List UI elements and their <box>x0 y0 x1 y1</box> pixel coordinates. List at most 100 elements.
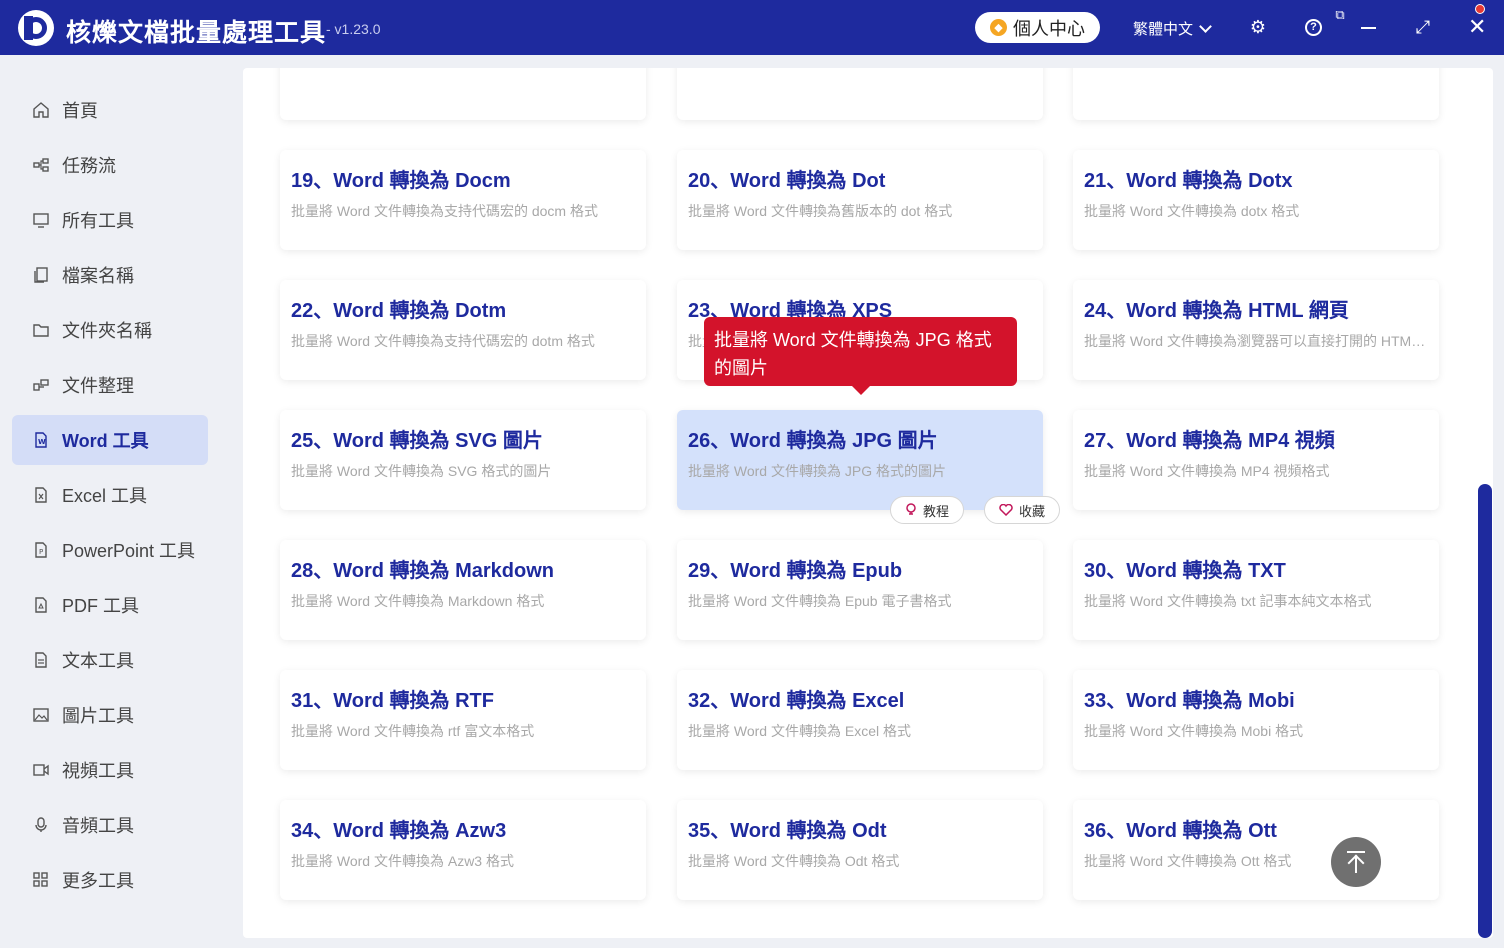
favorite-label: 收藏 <box>1019 503 1046 519</box>
tool-card-title: 35、Word 轉換為 Odt <box>688 820 887 842</box>
tool-card-description: 批量將 Word 文件轉換為 Mobi 格式 <box>1084 723 1304 739</box>
word-file-icon: W <box>32 431 50 449</box>
tool-card[interactable]: 31、Word 轉換為 RTF 批量將 Word 文件轉換為 rtf 富文本格式 <box>280 670 646 770</box>
sidebar-item[interactable]: 圖片工具 <box>12 690 208 740</box>
tool-card[interactable]: 批量將 Word 文件轉換為 PDF 格式 <box>280 68 646 120</box>
sidebar-item[interactable]: 視頻工具 <box>12 745 208 795</box>
lightbulb-icon <box>906 503 916 515</box>
sidebar-item-label: 首頁 <box>62 101 98 121</box>
tool-card-description: 批量將 Word 文件轉換為 Epub 電子書格式 <box>688 593 952 609</box>
sidebar-item-label: 音頻工具 <box>62 816 134 836</box>
tool-card[interactable]: 30、Word 轉換為 TXT 批量將 Word 文件轉換為 txt 記事本純文本… <box>1073 540 1439 640</box>
grid-icon <box>32 871 50 889</box>
sidebar-item[interactable]: 更多工具 <box>12 855 208 905</box>
tool-card-description: 批量將 Word 文件轉換為 Excel 格式 <box>688 723 911 739</box>
feedback-icon[interactable]: ⧉ <box>1327 2 1353 28</box>
tool-card-description: 批量將 Word 文件轉換為 MP4 視頻格式 <box>1084 463 1330 479</box>
sidebar-item[interactable]: 文件整理 <box>12 360 208 410</box>
sidebar-item-label: 任務流 <box>62 156 116 176</box>
sidebar-item-label: 所有工具 <box>62 211 134 231</box>
sidebar-item[interactable]: 所有工具 <box>12 195 208 245</box>
favorite-button[interactable]: 收藏 <box>984 496 1061 524</box>
user-center-button[interactable]: ◆ 個人中心 <box>975 12 1100 43</box>
sidebar-item[interactable]: 文件夾名稱 <box>12 305 208 355</box>
sidebar-item[interactable]: 檔案名稱 <box>12 250 208 300</box>
tool-card[interactable]: 24、Word 轉換為 HTML 網頁 批量將 Word 文件轉換為瀏覽器可以直接… <box>1073 280 1439 380</box>
tutorial-button[interactable]: 教程 <box>890 496 965 524</box>
tool-card-title: 33、Word 轉換為 Mobi <box>1084 690 1295 712</box>
video-icon <box>32 761 50 779</box>
sidebar-item[interactable]: 文本工具 <box>12 635 208 685</box>
tool-card-description: 批量將 Word 文件轉換為 Odt 格式 <box>688 853 900 869</box>
scrollbar-thumb[interactable] <box>1478 484 1492 938</box>
notification-dot <box>1475 4 1485 14</box>
tool-card-description: 批量將 Word 文件轉換為支持代碼宏的 dotm 格式 <box>291 333 595 349</box>
user-center-label: 個人中心 <box>1013 18 1085 39</box>
sidebar-item-label: Word 工具 <box>62 431 149 451</box>
app-title: 核爍文檔批量處理工具 <box>66 19 327 47</box>
tool-card[interactable]: 34、Word 轉換為 Azw3 批量將 Word 文件轉換為 Azw3 格式 <box>280 800 646 900</box>
tool-card[interactable]: 28、Word 轉換為 Markdown 批量將 Word 文件轉換為 Markd… <box>280 540 646 640</box>
tooltip: 批量將 Word 文件轉換為 JPG 格式的圖片 <box>704 317 1017 395</box>
tool-card[interactable]: 33、Word 轉換為 Mobi 批量將 Word 文件轉換為 Mobi 格式 <box>1073 670 1439 770</box>
text-file-icon <box>32 651 50 669</box>
tool-card[interactable]: 35、Word 轉換為 Odt 批量將 Word 文件轉換為 Odt 格式 <box>677 800 1043 900</box>
title-bar: 核爍文檔批量處理工具 - v1.23.0 ◆ 個人中心 繁體中文 ⚙ ? ⧉ ⤢… <box>0 0 1504 55</box>
heart-icon <box>999 504 1013 516</box>
monitor-icon <box>32 211 50 229</box>
help-icon[interactable]: ? <box>1305 19 1322 36</box>
tool-card-description: 批量將 Word 文件轉換為 Azw3 格式 <box>291 853 514 869</box>
tool-card[interactable]: 32、Word 轉換為 Excel 批量將 Word 文件轉換為 Excel 格式 <box>677 670 1043 770</box>
sidebar-item[interactable]: PDF 工具 <box>12 580 208 630</box>
svg-text:P: P <box>39 548 43 556</box>
tool-list-panel: 批量將 Word 文件轉換為 docx 格式批量將 Word 文件轉換為舊版本的… <box>243 68 1493 938</box>
tool-card-title: 20、Word 轉換為 Dot <box>688 170 886 192</box>
tool-card-description: 批量將 Word 文件轉換為瀏覽器可以直接打開的 HTML 網頁 <box>1084 333 1430 349</box>
tool-card-title: 36、Word 轉換為 Ott <box>1084 820 1277 842</box>
sidebar-item[interactable]: P PowerPoint 工具 <box>12 525 208 575</box>
tool-card[interactable]: 20、Word 轉換為 Dot 批量將 Word 文件轉換為舊版本的 dot 格式 <box>677 150 1043 250</box>
tutorial-label: 教程 <box>923 503 950 519</box>
minimize-icon[interactable] <box>1361 27 1376 29</box>
workflow-icon <box>32 156 50 174</box>
tool-card[interactable]: 批量將 Word 文件轉換為舊版本的 doc 格式 <box>677 68 1043 120</box>
tool-card[interactable]: 36、Word 轉換為 Ott 批量將 Word 文件轉換為 Ott 格式 <box>1073 800 1439 900</box>
sidebar-item-label: 文件夾名稱 <box>62 321 152 341</box>
close-icon[interactable]: ✕ <box>1468 14 1486 40</box>
file-copy-icon <box>32 266 50 284</box>
sidebar-item[interactable]: 任務流 <box>12 140 208 190</box>
tool-card[interactable]: 19、Word 轉換為 Docm 批量將 Word 文件轉換為支持代碼宏的 doc… <box>280 150 646 250</box>
tool-card[interactable]: 25、Word 轉換為 SVG 圖片 批量將 Word 文件轉換為 SVG 格式的… <box>280 410 646 510</box>
tool-card-title: 28、Word 轉換為 Markdown <box>291 560 554 582</box>
app-version: - v1.23.0 <box>326 21 381 37</box>
app-logo <box>18 10 54 46</box>
back-to-top-button[interactable] <box>1331 837 1381 887</box>
svg-text:W: W <box>38 438 46 446</box>
sidebar-item[interactable]: Excel 工具 <box>12 470 208 520</box>
tool-card[interactable]: 27、Word 轉換為 MP4 視頻 批量將 Word 文件轉換為 MP4 視頻格… <box>1073 410 1439 510</box>
settings-gear-icon[interactable]: ⚙ <box>1245 14 1271 40</box>
sidebar-item[interactable]: W Word 工具 <box>12 415 208 465</box>
sidebar-item[interactable]: 音頻工具 <box>12 800 208 850</box>
sidebar: 首頁 任務流 所有工具 檔案名稱 文件夾名稱 文件整理 W Word 工具 Excel 工具 P P… <box>0 55 220 948</box>
tool-card[interactable]: 批量將 Word 文件轉換為 docx 格式 <box>1073 68 1439 120</box>
sidebar-item-label: Excel 工具 <box>62 486 148 506</box>
language-select[interactable]: 繁體中文 <box>1133 18 1212 39</box>
sidebar-item[interactable]: 首頁 <box>12 85 208 135</box>
tool-card-title: 31、Word 轉換為 RTF <box>291 690 494 712</box>
tool-card-title: 21、Word 轉換為 Dotx <box>1084 170 1293 192</box>
tool-card[interactable]: 21、Word 轉換為 Dotx 批量將 Word 文件轉換為 dotx 格式 <box>1073 150 1439 250</box>
maximize-icon[interactable]: ⤢ <box>1410 14 1436 40</box>
tool-card-title: 26、Word 轉換為 JPG 圖片 <box>688 430 938 452</box>
sidebar-item-label: PDF 工具 <box>62 596 140 616</box>
language-label: 繁體中文 <box>1133 21 1194 38</box>
sidebar-item-label: 視頻工具 <box>62 761 134 781</box>
tool-card[interactable]: 22、Word 轉換為 Dotm 批量將 Word 文件轉換為支持代碼宏的 dot… <box>280 280 646 380</box>
tool-card-description: 批量將 Word 文件轉換為 SVG 格式的圖片 <box>291 463 552 479</box>
tool-card-description: 批量將 Word 文件轉換為舊版本的 dot 格式 <box>688 203 953 219</box>
tool-card-description: 批量將 Word 文件轉換為 Markdown 格式 <box>291 593 545 609</box>
tool-card[interactable]: 26、Word 轉換為 JPG 圖片 批量將 Word 文件轉換為 JPG 格式的… <box>677 410 1043 510</box>
excel-file-icon <box>32 486 50 504</box>
tool-card[interactable]: 29、Word 轉換為 Epub 批量將 Word 文件轉換為 Epub 電子書格… <box>677 540 1043 640</box>
tool-card-title: 32、Word 轉換為 Excel <box>688 690 905 712</box>
